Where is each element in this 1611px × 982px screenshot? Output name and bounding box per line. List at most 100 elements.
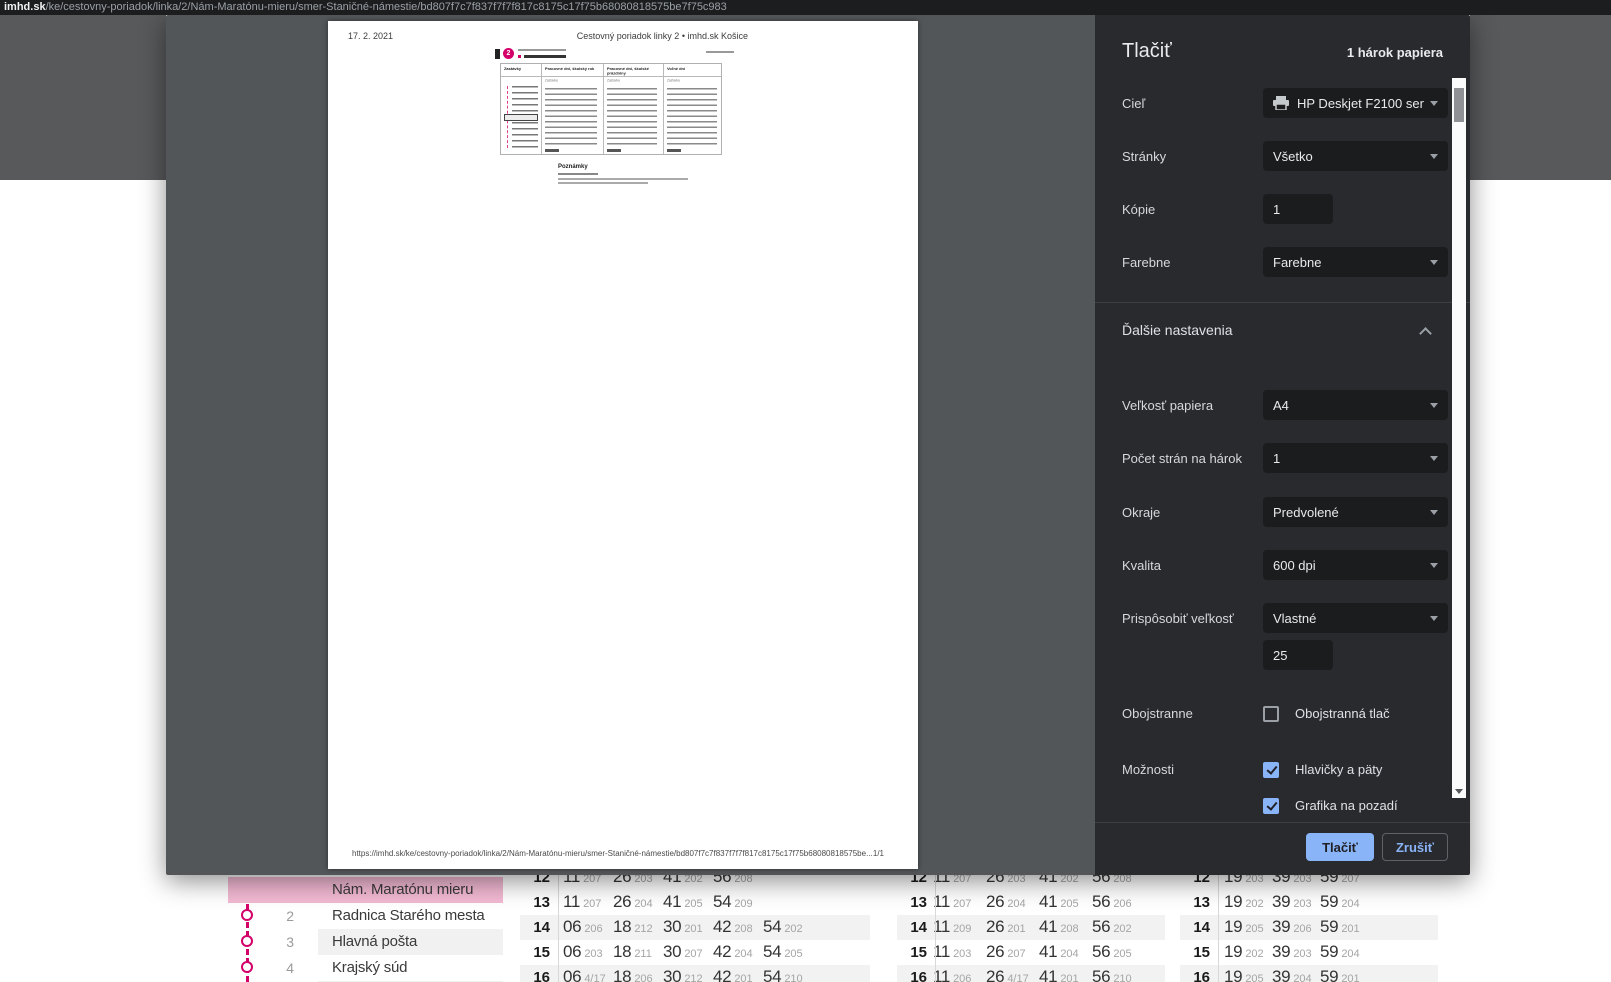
- title-path: /ke/cestovny-poriadok/linka/2/Nám-Marató…: [46, 1, 727, 13]
- section-divider: [1095, 302, 1470, 303]
- departure-time: 42208: [713, 917, 753, 937]
- hour-cell: 16: [520, 965, 550, 982]
- departure-time: 11207: [933, 892, 971, 912]
- options-label: Možnosti: [1122, 762, 1174, 777]
- mini-note-line: [558, 178, 688, 180]
- scroll-down-icon[interactable]: [1455, 789, 1463, 794]
- headers-footers-checkbox[interactable]: [1263, 762, 1279, 778]
- mini-col1-header: Pracovné dni, školský rok: [545, 67, 602, 72]
- route-code: 210: [784, 973, 802, 982]
- pages-select[interactable]: Všetko: [1263, 141, 1448, 171]
- two-sided-option-label: Obojstranná tlač: [1295, 706, 1390, 721]
- departure-time: 26201: [986, 917, 1026, 937]
- chevron-down-icon: [1430, 154, 1438, 159]
- departure-time: 19202: [1224, 892, 1264, 912]
- chevron-down-icon: [1430, 510, 1438, 515]
- pages-per-sheet-label: Počet strán na hárok: [1122, 451, 1242, 466]
- departure-time: 42201: [713, 967, 753, 982]
- departure-time: 18211: [613, 942, 652, 962]
- departure-time: 19205: [1224, 967, 1264, 982]
- chevron-down-icon: [1430, 101, 1438, 106]
- departure-time: 19202: [1224, 942, 1264, 962]
- mini-route-text: [518, 49, 566, 51]
- two-sided-checkbox[interactable]: [1263, 706, 1279, 722]
- route-code: 203: [1293, 948, 1311, 960]
- departure-time: 264/17: [986, 967, 1029, 982]
- mini-table-divider: [541, 64, 542, 154]
- color-select[interactable]: Farebne: [1263, 247, 1448, 277]
- departure-time: 26204: [986, 892, 1026, 912]
- quality-value: 600 dpi: [1273, 558, 1316, 573]
- minute-value: 54: [763, 917, 781, 936]
- route-code: 201: [1060, 973, 1078, 982]
- route-code: 206: [1113, 898, 1131, 910]
- margins-select[interactable]: Predvolené: [1263, 497, 1448, 527]
- pages-per-sheet-select[interactable]: 1: [1263, 443, 1448, 473]
- chevron-down-icon: [1430, 616, 1438, 621]
- quality-select[interactable]: 600 dpi: [1263, 550, 1448, 580]
- scrollbar-thumb[interactable]: [1454, 88, 1464, 122]
- mini-note-line: [558, 182, 648, 184]
- panel-scrollbar[interactable]: [1452, 78, 1466, 798]
- mini-col2-header: Pracovné dni, školské prázdniny: [607, 67, 664, 76]
- departure-time: 39206: [1272, 917, 1312, 937]
- mini-subheader: Zastávka: [667, 79, 712, 82]
- departure-time: 11209: [933, 917, 971, 937]
- preview-sheet: 17. 2. 2021 Cestovný poriadok linky 2 • …: [328, 21, 918, 869]
- departure-time: 41205: [1039, 892, 1079, 912]
- mini-corner-text: [706, 51, 734, 53]
- mini-line-badge: 2: [503, 48, 514, 59]
- footer-divider: [1095, 822, 1470, 823]
- minute-value: 06: [563, 967, 581, 982]
- destination-select[interactable]: HP Deskjet F2100 seri: [1263, 88, 1448, 118]
- minute-value: 18: [613, 917, 631, 936]
- route-code: 204: [1341, 898, 1359, 910]
- pages-per-sheet-value: 1: [1273, 451, 1280, 466]
- departure-time: 59201: [1320, 967, 1360, 982]
- route-code: 206: [584, 923, 602, 935]
- departure-time: 30201: [663, 917, 703, 937]
- departure-time: 18212: [613, 917, 653, 937]
- hour-cell: 15: [897, 940, 927, 965]
- minute-value: 56: [1092, 917, 1110, 936]
- minute-value: 19: [1224, 942, 1242, 961]
- scale-select[interactable]: Vlastné: [1263, 603, 1448, 633]
- copies-input[interactable]: [1263, 194, 1333, 224]
- hour-cell: 14: [1180, 915, 1210, 940]
- minute-value: 41: [1039, 942, 1057, 961]
- mini-logo-mark: [495, 49, 500, 59]
- departure-time: 064/17: [563, 967, 606, 982]
- route-code: 208: [1060, 923, 1078, 935]
- preview-header-date: 17. 2. 2021: [348, 31, 393, 41]
- departure-time: 39203: [1272, 892, 1312, 912]
- departure-time: 41205: [663, 892, 703, 912]
- background-graphics-checkbox[interactable]: [1263, 798, 1279, 814]
- copies-label: Kópie: [1122, 202, 1155, 217]
- hour-cell: 13: [520, 890, 550, 915]
- chevron-up-icon: [1419, 327, 1432, 340]
- minute-value: 19: [1224, 917, 1242, 936]
- cancel-button[interactable]: Zrušiť: [1382, 833, 1448, 861]
- route-code: 209: [734, 898, 752, 910]
- paper-size-select[interactable]: A4: [1263, 390, 1448, 420]
- print-button[interactable]: Tlačiť: [1306, 833, 1374, 861]
- route-code: 202: [784, 923, 802, 935]
- print-dialog: 17. 2. 2021 Cestovný poriadok linky 2 • …: [166, 15, 1470, 875]
- color-label: Farebne: [1122, 255, 1170, 270]
- more-settings-toggle[interactable]: Ďalšie nastavenia: [1095, 311, 1456, 351]
- minute-value: 54: [713, 892, 731, 911]
- site-header-right: [1470, 15, 1611, 180]
- preview-header-title: Cestovný poriadok linky 2 • imhd.sk Koši…: [478, 31, 748, 41]
- mini-table-divider: [603, 64, 604, 154]
- paper-size-label: Veľkosť papiera: [1122, 398, 1213, 413]
- minute-value: 39: [1272, 892, 1290, 911]
- hour-column-divider: [558, 865, 559, 982]
- route-code: 206: [1293, 923, 1311, 935]
- hour-cell: 15: [520, 940, 550, 965]
- departure-time: 59204: [1320, 942, 1360, 962]
- mini-times-col1: [545, 88, 597, 146]
- route-code: 204: [1341, 948, 1359, 960]
- printer-icon: [1273, 96, 1289, 110]
- scale-input[interactable]: [1263, 640, 1333, 670]
- departure-time: 11207: [563, 892, 601, 912]
